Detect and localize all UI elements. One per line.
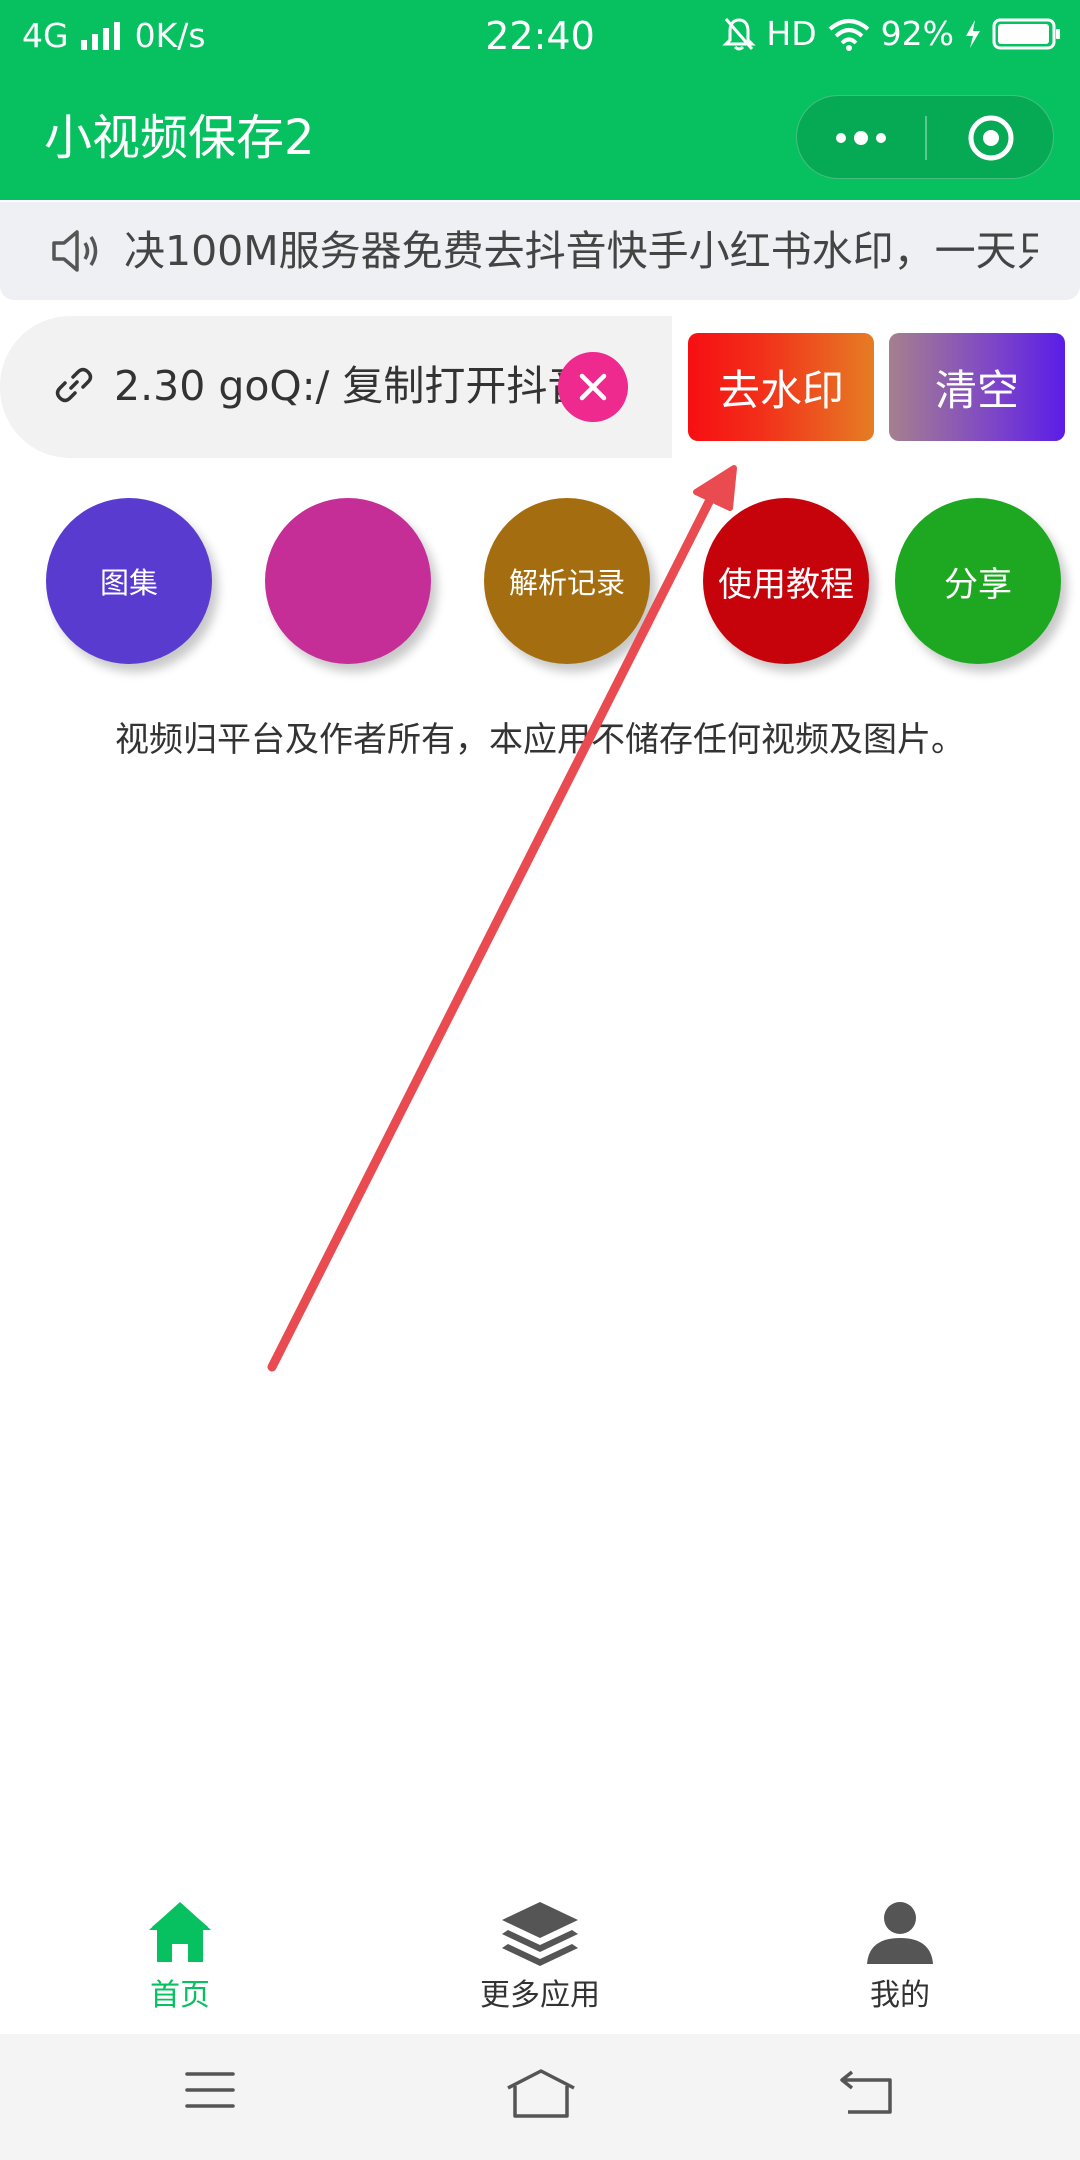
back-icon[interactable] xyxy=(838,2068,894,2120)
notice-text: 决100M服务器免费去抖音快手小红书水印，一天只 xyxy=(124,227,1038,275)
clear-button[interactable]: 清空 xyxy=(889,333,1065,441)
link-input-value[interactable]: 2.30 goQ:/ 复制打开抖音 xyxy=(114,356,564,416)
tab-mine-label: 我的 xyxy=(870,1978,930,2013)
gallery-button[interactable]: 图集 xyxy=(46,498,212,664)
tab-more-apps-label: 更多应用 xyxy=(480,1978,600,2013)
parse-history-button[interactable]: 解析记录 xyxy=(484,498,650,664)
mute-bell-icon xyxy=(722,16,757,52)
layers-icon xyxy=(500,1900,580,1976)
wifi-icon xyxy=(827,17,871,51)
hd-label: HD xyxy=(766,14,817,53)
menu-icon[interactable] xyxy=(184,2068,236,2116)
tutorial-button[interactable]: 使用教程 xyxy=(703,498,869,664)
charging-icon xyxy=(964,19,982,49)
title-bar: 4G 0K/s 22:40 HD 92% 小视频保存2 xyxy=(0,0,1080,200)
page-title: 小视频保存2 xyxy=(44,110,315,166)
home-outline-icon[interactable] xyxy=(505,2068,577,2124)
share-button[interactable]: 分享 xyxy=(895,498,1061,664)
more-dots-icon[interactable] xyxy=(797,96,925,180)
tab-home[interactable]: 首页 xyxy=(0,1886,360,2034)
mini-program-capsule xyxy=(796,95,1054,179)
tab-mine[interactable]: 我的 xyxy=(720,1886,1080,2034)
status-bar: 4G 0K/s 22:40 HD 92% xyxy=(0,0,1080,74)
tab-bar: 首页 更多应用 我的 xyxy=(0,1886,1080,2034)
clear-x-icon[interactable] xyxy=(558,352,628,422)
system-nav-bar xyxy=(0,2034,1080,2160)
link-icon xyxy=(52,363,96,411)
link-input[interactable]: 2.30 goQ:/ 复制打开抖音 xyxy=(0,316,672,458)
home-icon xyxy=(147,1900,213,1968)
tab-home-label: 首页 xyxy=(150,1978,210,2013)
pink-circle-button[interactable] xyxy=(265,498,431,664)
speaker-icon xyxy=(50,226,104,280)
tab-more-apps[interactable]: 更多应用 xyxy=(360,1886,720,2034)
user-icon xyxy=(865,1900,935,1970)
battery-percent: 92% xyxy=(880,14,954,53)
disclaimer-text: 视频归平台及作者所有，本应用不储存任何视频及图片。 xyxy=(115,720,965,760)
target-close-icon[interactable] xyxy=(927,96,1055,180)
battery-icon xyxy=(992,17,1062,51)
notice-bar: 决100M服务器免费去抖音快手小红书水印，一天只 xyxy=(0,202,1080,300)
remove-watermark-button[interactable]: 去水印 xyxy=(688,333,874,441)
